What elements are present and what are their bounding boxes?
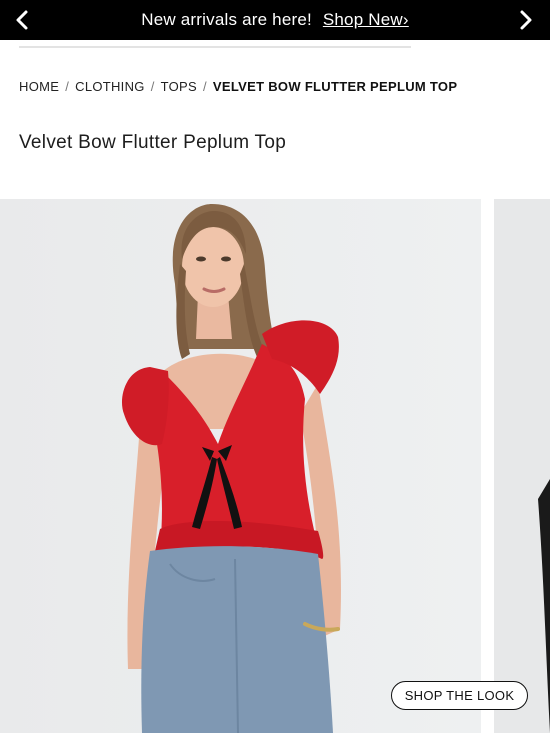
breadcrumb-current: VELVET BOW FLUTTER PEPLUM TOP <box>212 79 458 94</box>
promo-message-wrap: New arrivals are here! Shop New› <box>0 10 550 30</box>
shop-the-look-button[interactable]: SHOP THE LOOK <box>391 681 528 710</box>
header-divider <box>19 46 411 48</box>
next-product-image[interactable] <box>494 199 550 733</box>
shop-new-link[interactable]: Shop New› <box>323 10 409 29</box>
promo-message: New arrivals are here! <box>141 10 312 29</box>
chevron-right-icon[interactable] <box>512 6 540 34</box>
product-image[interactable] <box>0 199 481 733</box>
breadcrumb-separator: / <box>150 79 155 94</box>
product-title: Velvet Bow Flutter Peplum Top <box>19 132 287 153</box>
breadcrumb-tops[interactable]: TOPS <box>161 79 197 94</box>
next-image-illustration <box>494 199 550 733</box>
product-gallery[interactable] <box>0 199 550 733</box>
breadcrumb: HOME / CLOTHING / TOPS / VELVET BOW FLUTTER PE… <box>19 79 457 94</box>
breadcrumb-separator: / <box>65 79 70 94</box>
breadcrumb-home[interactable]: HOME <box>19 79 59 94</box>
promo-bar: New arrivals are here! Shop New› <box>0 0 550 40</box>
product-photo-illustration <box>0 199 481 733</box>
breadcrumb-separator: / <box>203 79 207 94</box>
breadcrumb-clothing[interactable]: CLOTHING <box>75 79 145 94</box>
